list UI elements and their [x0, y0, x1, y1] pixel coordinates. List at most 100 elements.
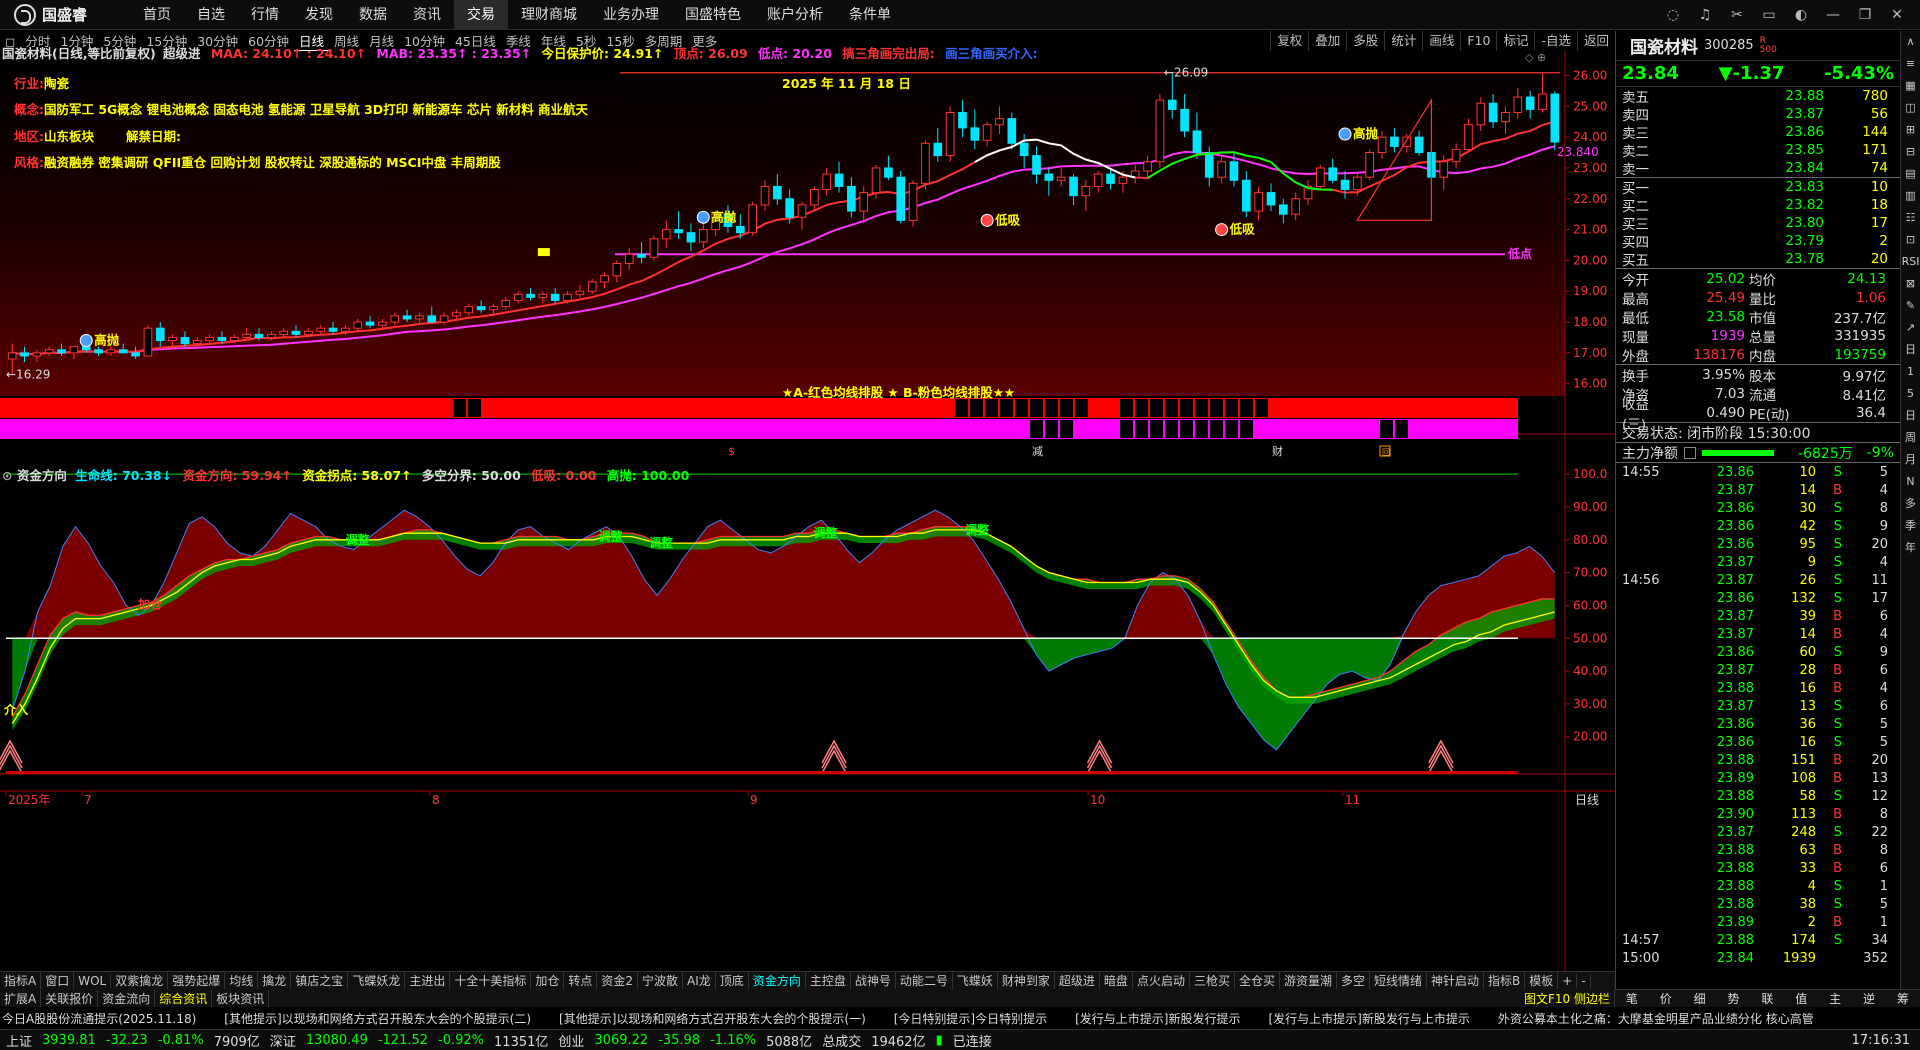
indicator-tab[interactable]: 加仓 [531, 972, 565, 989]
menu-item-0[interactable]: 首页 [130, 0, 184, 30]
indicator-name[interactable]: 资金方向 [17, 468, 67, 483]
indicator-tab[interactable]: 超级进 [1055, 972, 1100, 989]
indicator-tab[interactable]: 神针启动 [1427, 972, 1485, 989]
right-toolbar-item[interactable]: ▥ [1901, 185, 1920, 207]
ask-row[interactable]: 卖三 23.86 144 [1616, 123, 1900, 142]
menu-item-3[interactable]: 发现 [292, 0, 346, 30]
menu-item-7[interactable]: 理财商城 [508, 0, 590, 30]
message-icon[interactable]: ◌ [1664, 7, 1682, 23]
quote-tab[interactable]: 逆 [1863, 990, 1875, 1007]
quote-tab[interactable]: 值 [1795, 990, 1807, 1007]
tick-list[interactable]: 14:55 23.86 10 S 5 23.87 14 B 4 23.86 30 S 8 23.86 42 S… [1616, 462, 1900, 967]
indicator-tab[interactable]: 主控盘 [806, 972, 851, 989]
news-item[interactable]: [其他提示]以现场和网络方式召开股东大会的个股提示(一) [559, 1010, 866, 1027]
chart-tool-tab-4[interactable]: 画线 [1422, 31, 1460, 51]
right-toolbar-item[interactable]: ▤ [1901, 163, 1920, 185]
menu-item-1[interactable]: 自选 [184, 0, 238, 30]
right-toolbar-item[interactable]: 年 [1901, 537, 1920, 559]
indicator-tab[interactable]: 多空 [1337, 972, 1371, 989]
indicator-tab[interactable]: 均线 [225, 972, 259, 989]
chart-tool-tab-1[interactable]: 叠加 [1308, 31, 1346, 51]
right-toolbar-item[interactable]: ⊠ [1901, 273, 1920, 295]
news-item[interactable]: 外资公募本土化之痛：大摩基金明星产品业绩分化 核心高管 [1498, 1010, 1814, 1027]
extension-tab[interactable]: 资金流向 [98, 989, 156, 1007]
right-toolbar-item[interactable]: ⊞ [1901, 119, 1920, 141]
quote-tab[interactable]: 细 [1694, 990, 1706, 1007]
chart-tool-tab-8[interactable]: 返回 [1576, 31, 1615, 51]
indicator-tab[interactable]: 主进出 [405, 972, 451, 989]
right-toolbar-item[interactable]: ≡ [1901, 53, 1920, 75]
indicator-tab[interactable]: 擒龙 [258, 972, 292, 989]
indicator-tab[interactable]: 资金方向 [749, 972, 806, 989]
indicator-tab[interactable]: 点火启动 [1133, 972, 1190, 989]
news-item[interactable]: 今日A股股份流通提示(2025.11.18) [2, 1010, 196, 1027]
menu-item-8[interactable]: 业务办理 [590, 0, 672, 30]
extension-tab[interactable]: 综合资讯 [155, 989, 213, 1007]
indicator-tab[interactable]: 强势起爆 [168, 972, 226, 989]
right-toolbar-item[interactable]: ⊡ [1901, 229, 1920, 251]
indicator-tab[interactable]: 战神号 [851, 972, 896, 989]
right-toolbar-item[interactable]: 日 [1901, 339, 1920, 361]
chart-tool-tab-3[interactable]: 统计 [1384, 31, 1422, 51]
indicator-tab[interactable]: 模板 [1525, 972, 1559, 989]
right-toolbar-item[interactable]: ↗ [1901, 317, 1920, 339]
indicator-tab[interactable]: 双紫擒龙 [111, 972, 169, 989]
news-item[interactable]: [今日特别提示]今日特别提示 [894, 1010, 1047, 1027]
quote-tab[interactable]: 笔 [1626, 990, 1638, 1007]
right-toolbar-item[interactable]: ☷ [1901, 207, 1920, 229]
quote-tab[interactable]: 筹 [1897, 990, 1909, 1007]
chart-tool-tab-7[interactable]: -自选 [1534, 31, 1577, 51]
ask-row[interactable]: 卖二 23.85 171 [1616, 141, 1900, 160]
tools-icon[interactable]: ✂ [1728, 7, 1746, 23]
menu-item-11[interactable]: 条件单 [836, 0, 904, 30]
indicator-tab[interactable]: 镇店之宝 [291, 972, 349, 989]
indicator-tab[interactable]: 顶底 [716, 972, 749, 989]
right-toolbar-item[interactable]: 多 [1901, 493, 1920, 515]
chart-tool-tab-0[interactable]: 复权 [1270, 31, 1308, 51]
quote-tab[interactable]: 势 [1728, 990, 1740, 1007]
indicator-tab[interactable]: 十全十美指标 [450, 972, 532, 989]
indicator-tab[interactable]: 转点 [564, 972, 598, 989]
index-name[interactable]: 上证 [6, 1031, 32, 1050]
bell-icon[interactable]: ♫ [1696, 7, 1714, 23]
index-name[interactable]: 深证 [270, 1031, 296, 1050]
right-toolbar-item[interactable]: 5 [1901, 383, 1920, 405]
screen-icon[interactable]: ▭ [1760, 7, 1778, 23]
right-toolbar-item[interactable]: N [1901, 471, 1920, 493]
indicator-tab[interactable]: 三枪买 [1190, 972, 1235, 989]
chart-indicator-name[interactable]: 超级进 [163, 46, 201, 61]
news-item[interactable]: [发行与上市提示]新股发行与上市提示 [1269, 1010, 1470, 1027]
indicator-tab[interactable]: 短线情绪 [1370, 972, 1428, 989]
indicator-tab[interactable]: 资金2 [597, 972, 639, 989]
indicator-tab[interactable]: WOL [74, 973, 112, 988]
quote-tab[interactable]: 价 [1660, 990, 1672, 1007]
ask-row[interactable]: 卖五 23.88 780 [1616, 87, 1900, 106]
bid-row[interactable]: 买一 23.83 10 [1616, 178, 1900, 197]
news-item[interactable]: [其他提示]以现场和网络方式召开股东大会的个股提示(二) [224, 1010, 531, 1027]
right-toolbar-item[interactable]: ▦ [1901, 75, 1920, 97]
index-name[interactable]: 创业 [558, 1031, 584, 1050]
menu-item-9[interactable]: 国盛特色 [672, 0, 754, 30]
right-toolbar-item[interactable]: 日 [1901, 405, 1920, 427]
minimize-icon[interactable]: — [1824, 7, 1842, 23]
extension-tab[interactable]: 扩展A [0, 989, 42, 1007]
f10-sidebar-tab[interactable]: 图文F10 侧边栏 [1520, 989, 1615, 1007]
news-item[interactable]: [发行与上市提示]新股发行提示 [1075, 1010, 1240, 1027]
bid-row[interactable]: 买四 23.79 2 [1616, 232, 1900, 251]
right-toolbar-item[interactable]: RSI [1901, 251, 1920, 273]
right-toolbar-item[interactable]: 1 [1901, 361, 1920, 383]
skin-icon[interactable]: ◐ [1792, 7, 1810, 23]
extension-tab[interactable]: 关联报价 [41, 989, 99, 1007]
bid-row[interactable]: 买二 23.82 18 [1616, 196, 1900, 215]
kline-chart-area[interactable]: 26.00 25.00 24.00 23.00 22.00 21.00 20.00 19.00… [0, 46, 1615, 971]
bid-row[interactable]: 买三 23.80 17 [1616, 214, 1900, 233]
net-flow-toggle-icon[interactable] [1684, 446, 1696, 459]
restore-icon[interactable]: ❐ [1856, 7, 1874, 23]
bid-row[interactable]: 买五 23.78 20 [1616, 250, 1900, 269]
chart-tool-tab-5[interactable]: F10 [1460, 31, 1496, 51]
indicator-tab[interactable]: 指标A [0, 972, 42, 989]
menu-item-10[interactable]: 账户分析 [754, 0, 836, 30]
right-toolbar-item[interactable]: ◫ [1901, 97, 1920, 119]
kline-chart[interactable]: 26.00 25.00 24.00 23.00 22.00 21.00 20.00 19.00… [0, 51, 1615, 971]
quote-tab[interactable]: 主 [1829, 990, 1841, 1007]
